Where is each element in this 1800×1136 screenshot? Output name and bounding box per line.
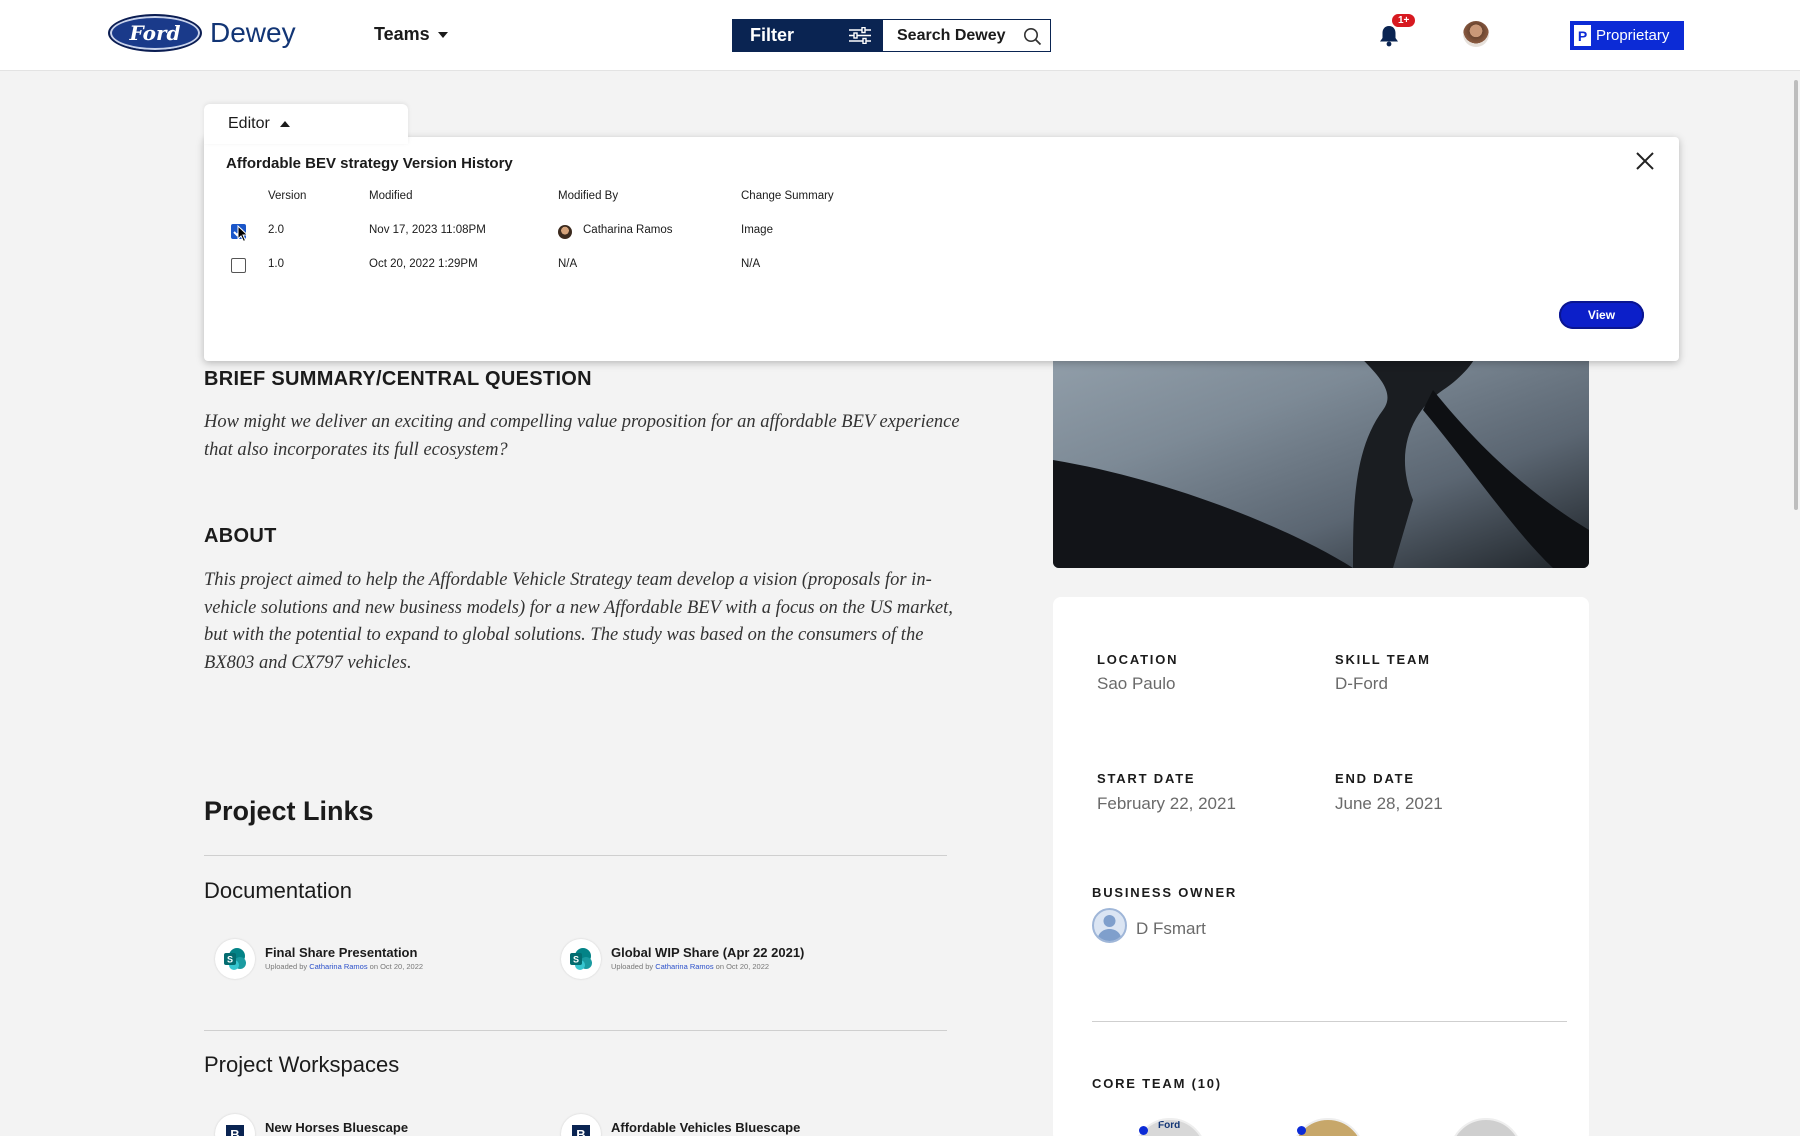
section-divider — [204, 1030, 947, 1031]
version-modified-by: N/A — [558, 258, 578, 270]
workspace-title[interactable]: Affordable Vehicles Bluescape — [611, 1120, 800, 1135]
mouse-cursor-icon — [237, 225, 249, 243]
teams-menu-label: Teams — [374, 24, 430, 44]
business-owner-label: BUSINESS OWNER — [1092, 885, 1238, 900]
skill-team-value: D-Ford — [1335, 674, 1388, 693]
document-title[interactable]: Global WIP Share (Apr 22 2021) — [611, 945, 804, 960]
project-links-heading: Project Links — [204, 796, 374, 826]
search-input[interactable]: Search Dewey — [882, 19, 1051, 52]
top-nav-bar: Ford Dewey Teams Filter Search Dewey 1+ … — [0, 0, 1800, 71]
proprietary-icon: P — [1574, 25, 1591, 46]
proprietary-badge[interactable]: P Proprietary — [1570, 21, 1684, 50]
ford-logo-icon: Ford — [108, 14, 202, 52]
version-modified: Nov 17, 2023 11:08PM — [369, 224, 486, 236]
app-name: Dewey — [210, 17, 296, 48]
uploader-link[interactable]: Catharina Ramos — [655, 962, 713, 971]
about-heading: ABOUT — [204, 525, 277, 547]
view-button[interactable]: View — [1559, 301, 1644, 329]
bluescape-icon: B — [561, 1114, 601, 1136]
upload-date: on Oct 20, 2022 — [369, 962, 424, 971]
svg-text:B: B — [230, 1127, 239, 1136]
uploader-link[interactable]: Catharina Ramos — [309, 962, 367, 971]
brief-summary-heading: BRIEF SUMMARY/CENTRAL QUESTION — [204, 368, 592, 390]
sharepoint-icon: S — [215, 939, 255, 979]
version-modified-by: Catharina Ramos — [583, 224, 673, 236]
start-date-label: START DATE — [1097, 771, 1196, 786]
skill-team-label: SKILL TEAM — [1335, 652, 1431, 667]
version-checkbox[interactable] — [231, 258, 246, 273]
upload-prefix: Uploaded by — [265, 962, 308, 971]
document-upload-info: Uploaded by Catharina Ramos on Oct 20, 2… — [611, 962, 804, 971]
documentation-heading: Documentation — [204, 878, 352, 903]
upload-date: on Oct 20, 2022 — [715, 962, 770, 971]
status-dot — [1139, 1126, 1148, 1135]
search-input-label: Search Dewey — [897, 26, 1006, 44]
teams-menu[interactable]: Teams — [374, 24, 448, 45]
column-header-modified-by: Modified By — [558, 190, 619, 202]
close-icon[interactable] — [1633, 149, 1657, 173]
svg-text:B: B — [576, 1127, 585, 1136]
card-divider — [1092, 1021, 1567, 1022]
app-logo[interactable]: Ford Dewey — [108, 14, 296, 52]
user-avatar[interactable] — [1463, 21, 1489, 47]
ford-logo-text: Ford — [129, 21, 181, 45]
filter-button-label: Filter — [750, 25, 795, 45]
start-date-value: February 22, 2021 — [1097, 794, 1236, 813]
brief-summary-text: How might we deliver an exciting and com… — [204, 412, 960, 460]
version-history-title: Affordable BEV strategy Version History — [226, 155, 513, 172]
svg-text:S: S — [573, 955, 579, 965]
core-team-label: CORE TEAM (10) — [1092, 1076, 1222, 1091]
version-number: 2.0 — [268, 224, 284, 236]
business-owner-value[interactable]: D Fsmart — [1136, 919, 1206, 939]
workspace-item[interactable]: B New Horses Bluescape — [215, 1114, 408, 1136]
person-icon — [1092, 908, 1127, 943]
status-dot — [1297, 1126, 1306, 1135]
end-date-label: END DATE — [1335, 771, 1415, 786]
sharepoint-icon: S — [561, 939, 601, 979]
project-workspaces-heading: Project Workspaces — [204, 1052, 400, 1077]
editor-tab-label: Editor — [228, 115, 270, 132]
version-change-summary: N/A — [741, 258, 761, 270]
chevron-down-icon — [437, 31, 448, 38]
filter-button[interactable]: Filter — [732, 19, 883, 52]
ford-badge-text: Ford — [1158, 1120, 1181, 1131]
column-header-change-summary: Change Summary — [741, 190, 834, 202]
workspace-title[interactable]: New Horses Bluescape — [265, 1120, 408, 1135]
upload-prefix: Uploaded by — [611, 962, 654, 971]
sliders-icon — [849, 27, 871, 44]
svg-text:S: S — [227, 955, 233, 965]
proprietary-label: Proprietary — [1596, 27, 1670, 44]
editor-dropdown-toggle[interactable]: Editor — [204, 104, 408, 144]
version-modified: Oct 20, 2022 1:29PM — [369, 258, 478, 270]
bluescape-icon: B — [215, 1114, 255, 1136]
document-item[interactable]: S Final Share Presentation Uploaded by C… — [215, 939, 423, 979]
notification-badge: 1+ — [1392, 14, 1416, 27]
document-upload-info: Uploaded by Catharina Ramos on Oct 20, 2… — [265, 962, 423, 971]
page-scrollbar[interactable] — [1794, 80, 1798, 510]
bell-icon[interactable] — [1378, 24, 1400, 48]
version-history-panel: Affordable BEV strategy Version History … — [204, 137, 1679, 361]
modifier-avatar — [558, 225, 572, 239]
chevron-up-icon — [279, 121, 290, 127]
version-change-summary: Image — [741, 224, 773, 236]
column-header-modified: Modified — [369, 190, 413, 202]
document-item[interactable]: S Global WIP Share (Apr 22 2021) Uploade… — [561, 939, 804, 979]
location-label: LOCATION — [1097, 652, 1179, 667]
end-date-value: June 28, 2021 — [1335, 794, 1443, 813]
about-text: This project aimed to help the Affordabl… — [204, 570, 953, 673]
column-header-version: Version — [268, 190, 307, 202]
location-value: Sao Paulo — [1097, 674, 1176, 693]
section-divider — [204, 855, 947, 856]
document-title[interactable]: Final Share Presentation — [265, 945, 423, 960]
search-icon[interactable] — [1023, 27, 1042, 46]
workspace-item[interactable]: B Affordable Vehicles Bluescape — [561, 1114, 800, 1136]
version-number: 1.0 — [268, 258, 284, 270]
